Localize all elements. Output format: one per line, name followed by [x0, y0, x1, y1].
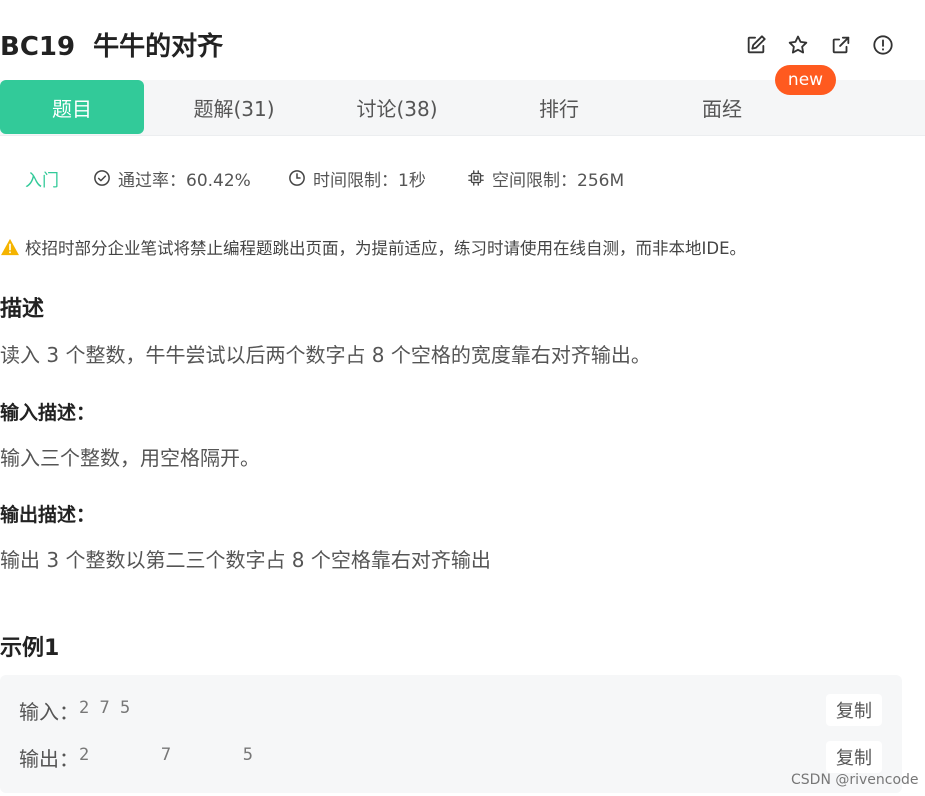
example-input-label: 输入： [19, 700, 79, 724]
tab-ranking[interactable]: 排行 [487, 80, 631, 134]
star-icon[interactable] [786, 33, 810, 57]
example-box: 输入： 2 7 5 复制 输出： 2 7 5 复制 [0, 675, 902, 793]
problem-title: BC19 牛牛的对齐 [0, 32, 224, 62]
tab-interview[interactable]: 面经 [650, 80, 794, 134]
warning-icon [1, 238, 19, 256]
notice-text: 校招时部分企业笔试将禁止编程题跳出页面，为提前适应，练习时请使用在线自测，而非本… [25, 239, 746, 258]
example-input-value: 2 7 5 [79, 698, 131, 718]
tab-discussion[interactable]: 讨论(38) [325, 80, 469, 134]
example-output-label: 输出： [19, 747, 79, 771]
description-text: 读入 3 个整数，牛牛尝试以后两个数字占 8 个空格的宽度靠右对齐输出。 [0, 343, 651, 367]
report-icon[interactable] [871, 33, 895, 57]
example-input-row: 输入： 2 7 5 [19, 696, 130, 725]
difficulty-level: 入门 [25, 170, 59, 191]
time-limit: 时间限制：1秒 [288, 164, 426, 192]
external-link-icon[interactable] [829, 33, 853, 57]
tab-problem[interactable]: 题目 [0, 80, 144, 134]
example-output-row: 输出： 2 7 5 [19, 743, 253, 772]
memory-limit-text: 空间限制：256M [492, 170, 625, 191]
input-desc-text: 输入三个整数，用空格隔开。 [0, 446, 260, 470]
copy-input-button[interactable]: 复制 [826, 694, 882, 726]
output-desc-text: 输出 3 个整数以第二三个数字占 8 个空格靠右对齐输出 [0, 548, 491, 572]
output-desc-heading: 输出描述： [0, 504, 96, 526]
copy-output-button[interactable]: 复制 [826, 741, 882, 773]
example-heading: 示例1 [0, 636, 60, 661]
pass-rate: 通过率：60.42% [93, 164, 251, 192]
watermark: CSDN @rivencode [791, 772, 919, 788]
pass-rate-text: 通过率：60.42% [118, 170, 251, 191]
tab-solutions[interactable]: 题解(31) [162, 80, 306, 134]
input-desc-heading: 输入描述： [0, 402, 96, 424]
memory-limit: 空间限制：256M [467, 164, 624, 192]
description-heading: 描述 [0, 297, 45, 322]
example-output-value: 2 7 5 [79, 745, 253, 765]
edit-icon[interactable] [744, 33, 768, 57]
exam-notice: 校招时部分企业笔试将禁止编程题跳出页面，为提前适应，练习时请使用在线自测，而非本… [0, 235, 746, 259]
clock-icon [289, 170, 305, 186]
new-badge: new [775, 65, 836, 95]
time-limit-text: 时间限制：1秒 [313, 170, 426, 191]
chip-icon [468, 170, 484, 186]
check-circle-icon [94, 170, 110, 186]
